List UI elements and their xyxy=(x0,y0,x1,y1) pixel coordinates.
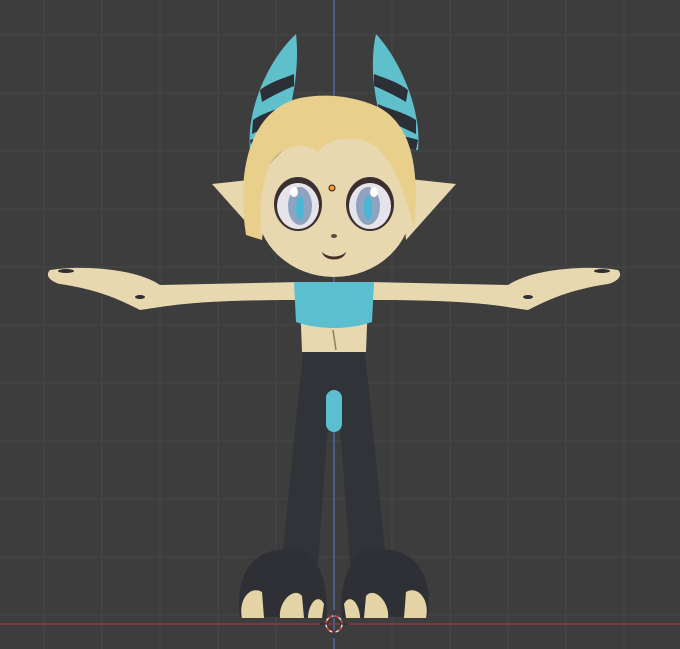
nose xyxy=(331,234,337,238)
left-eye xyxy=(274,177,322,231)
tail-pouch xyxy=(326,390,342,432)
viewport-canvas[interactable] xyxy=(0,0,680,649)
pelvis xyxy=(303,348,365,392)
origin-point-icon[interactable] xyxy=(328,184,336,192)
right-eye xyxy=(346,177,394,231)
crop-top xyxy=(294,282,374,328)
3d-viewport[interactable] xyxy=(0,0,680,649)
